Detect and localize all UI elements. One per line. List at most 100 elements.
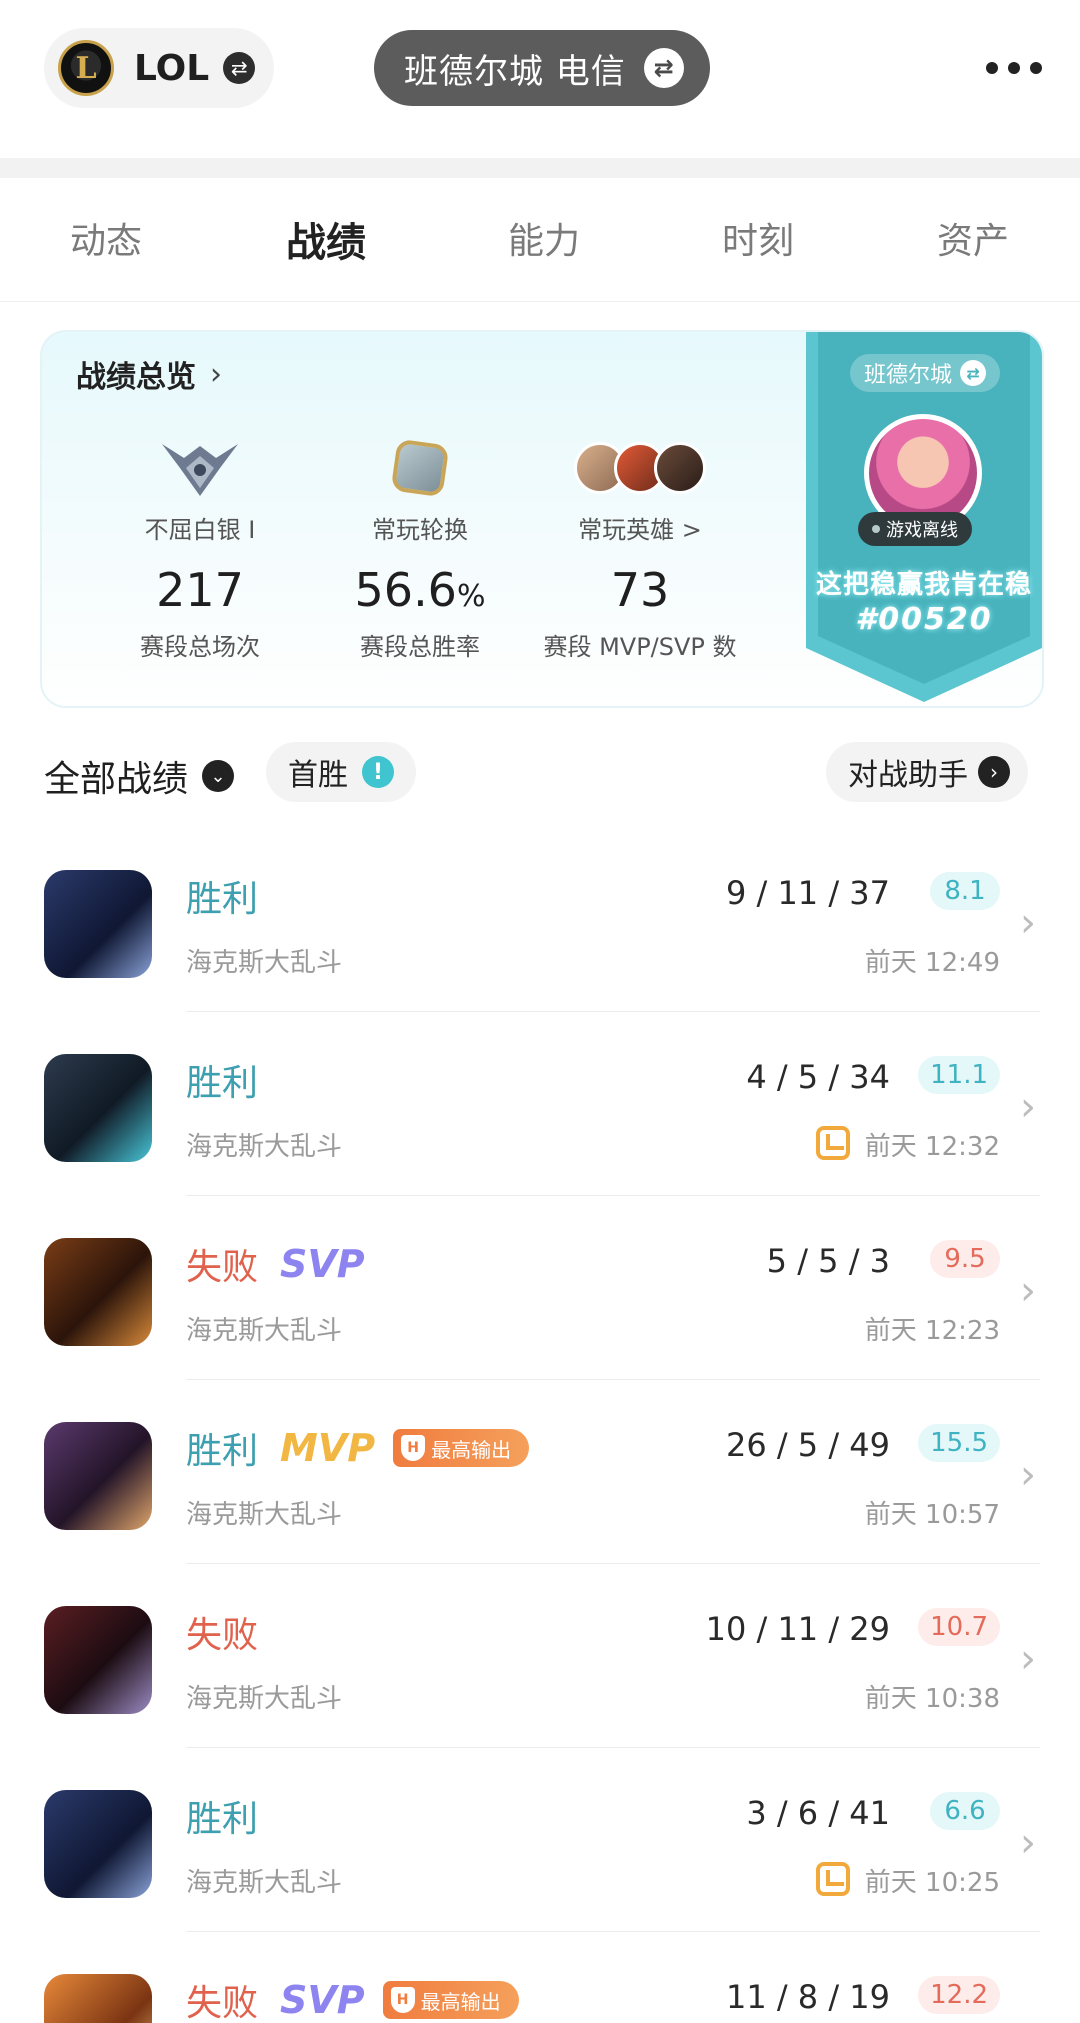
all-records-dropdown[interactable]: 全部战绩 ⌄ — [44, 750, 235, 802]
record-overview-card: 战绩总览 › 不屈白银 I 217 赛段总场次 常玩轮换 56.6% 赛段总胜率 — [40, 330, 1044, 708]
match-row[interactable]: 胜利 海克斯大乱斗 9 / 11 / 37 8.1 前天 12:49 › — [0, 828, 1080, 1012]
match-row[interactable]: 胜利 海克斯大乱斗 3 / 6 / 41 6.6 前天 10:25 › — [0, 1748, 1080, 1932]
total-games-caption: 赛段总场次 — [140, 633, 260, 661]
stat-rank: 不屈白银 I 217 赛段总场次 — [90, 436, 310, 662]
match-row[interactable]: 失败 SVP 海克斯大乱斗 5 / 5 / 3 9.5 前天 12:23 › — [0, 1196, 1080, 1380]
match-row[interactable]: 失败 SVP H 最高输出 11 / 8 / 19 12.2 — [0, 1932, 1080, 2023]
info-icon: ! — [362, 756, 394, 788]
match-result: 失败 — [186, 1615, 259, 1656]
favorite-champions-avatars — [574, 442, 706, 494]
match-mode: 海克斯大乱斗 — [186, 1684, 343, 1714]
match-kda: 4 / 5 / 34 — [746, 1058, 890, 1096]
top-bar: L LOL ⇄ 班德尔城 电信 ⇄ — [0, 0, 1080, 130]
match-score-badge: 10.7 — [918, 1608, 1000, 1646]
match-score-badge: 8.1 — [930, 872, 1000, 910]
dot-icon — [986, 62, 998, 74]
all-records-label: 全部战绩 — [44, 759, 189, 800]
match-mode: 海克斯大乱斗 — [186, 948, 343, 978]
shield-icon: H — [401, 1435, 426, 1461]
chevron-down-icon: ⌄ — [202, 760, 235, 792]
overview-title-link[interactable]: 战绩总览 › — [76, 352, 222, 396]
server-name: 班德尔城 电信 — [404, 51, 626, 92]
profile-banner[interactable]: 班德尔城 ⇄ 游戏离线 这把稳赢我肯在稳 #00520 — [806, 332, 1042, 706]
match-mode: 海克斯大乱斗 — [186, 1500, 343, 1530]
match-score-badge: 9.5 — [930, 1240, 1000, 1278]
tab-assets[interactable]: 资产 — [903, 212, 1043, 264]
tab-ability[interactable]: 能力 — [474, 212, 614, 264]
match-mode: 海克斯大乱斗 — [186, 1316, 343, 1346]
online-status-badge: 游戏离线 — [858, 512, 972, 546]
game-name: LOL — [134, 47, 210, 89]
swap-icon: ⇄ — [643, 48, 684, 88]
match-score-badge: 12.2 — [918, 1976, 1000, 2014]
match-kda: 10 / 11 / 29 — [705, 1610, 890, 1648]
match-result: 胜利 — [186, 1063, 259, 1104]
match-result: 失败 SVP H 最高输出 — [186, 1974, 519, 2023]
chevron-right-icon: › — [1020, 900, 1036, 946]
rank-label: 不屈白银 I — [144, 516, 256, 544]
tab-moments[interactable]: 时刻 — [688, 212, 828, 264]
lol-logo-icon: L — [58, 40, 114, 96]
shield-icon: H — [390, 1987, 415, 2013]
highest-damage-tag: H 最高输出 — [382, 1981, 519, 2019]
match-result: 胜利 — [186, 1799, 259, 1840]
rank-silver-emblem-icon — [162, 444, 238, 496]
match-time: 前天 12:49 — [864, 948, 1000, 978]
match-row[interactable]: 失败 海克斯大乱斗 10 / 11 / 29 10.7 前天 10:38 › — [0, 1564, 1080, 1748]
champion-icon — [44, 1054, 152, 1162]
match-row[interactable]: 胜利 MVP H 最高输出 海克斯大乱斗 26 / 5 / 49 15.5 前天 … — [0, 1380, 1080, 1564]
rotation-mode-icon — [390, 438, 450, 498]
dot-icon — [1030, 62, 1042, 74]
match-time: 前天 10:38 — [864, 1684, 1000, 1714]
champion-icon — [44, 1238, 152, 1346]
match-mode: 海克斯大乱斗 — [186, 1132, 343, 1162]
tab-bar: 动态 战绩 能力 时刻 资产 — [0, 200, 1080, 302]
highest-damage-tag: H 最高输出 — [393, 1429, 530, 1467]
match-kda: 5 / 5 / 3 — [766, 1242, 890, 1280]
tab-record[interactable]: 战绩 — [256, 210, 396, 268]
match-result: 胜利 — [186, 879, 259, 920]
filter-row: 全部战绩 ⌄ 首胜 ! 对战助手 › — [0, 736, 1080, 806]
dot-icon — [1008, 62, 1020, 74]
match-time: 前天 12:23 — [864, 1316, 1000, 1346]
match-row[interactable]: 胜利 海克斯大乱斗 4 / 5 / 34 11.1 前天 12:32 › — [0, 1012, 1080, 1196]
chevron-right-icon: › — [978, 756, 1010, 788]
stat-mvp[interactable]: 常玩英雄 > 73 赛段 MVP/SVP 数 — [530, 436, 750, 662]
winrate-caption: 赛段总胜率 — [360, 633, 480, 661]
server-switcher[interactable]: 班德尔城 电信 ⇄ — [374, 30, 710, 106]
champion-icon — [44, 1974, 152, 2023]
swap-icon: ⇄ — [223, 52, 256, 84]
video-clip-icon[interactable] — [816, 1126, 850, 1160]
match-kda: 9 / 11 / 37 — [725, 874, 890, 912]
match-kda: 3 / 6 / 41 — [746, 1794, 890, 1832]
banner-server: 班德尔城 ⇄ — [850, 354, 1001, 392]
first-win-chip[interactable]: 首胜 ! — [266, 742, 416, 802]
chevron-right-icon: › — [1020, 1636, 1036, 1682]
rotation-label: 常玩轮换 — [372, 516, 468, 544]
mvp-count-value: 73 — [610, 563, 670, 617]
champion-icon — [44, 1606, 152, 1714]
battle-helper-button[interactable]: 对战助手 › — [826, 742, 1028, 802]
champion-icon — [44, 870, 152, 978]
chevron-right-icon: › — [1020, 1820, 1036, 1866]
video-clip-icon[interactable] — [816, 1862, 850, 1896]
game-switcher[interactable]: L LOL ⇄ — [44, 28, 274, 108]
match-result: 胜利 MVP H 最高输出 — [186, 1422, 530, 1474]
winrate-value: 56.6% — [354, 563, 486, 617]
champion-icon — [44, 1790, 152, 1898]
banner-code: #00520 — [855, 602, 993, 637]
match-time: 前天 10:25 — [864, 1868, 1000, 1898]
mvp-count-caption: 赛段 MVP/SVP 数 — [543, 633, 737, 661]
stat-winrate: 常玩轮换 56.6% 赛段总胜率 — [310, 436, 530, 662]
champion-avatar — [654, 442, 706, 494]
chevron-right-icon: › — [1020, 1268, 1036, 1314]
chevron-right-icon: › — [1020, 1452, 1036, 1498]
swap-icon: ⇄ — [960, 360, 987, 386]
tab-feed[interactable]: 动态 — [36, 212, 176, 264]
first-win-label: 首胜 — [288, 758, 348, 793]
champion-icon — [44, 1422, 152, 1530]
match-score-badge: 15.5 — [918, 1424, 1000, 1462]
svp-badge: SVP — [280, 1242, 365, 1286]
match-mode: 海克斯大乱斗 — [186, 1868, 343, 1898]
more-options-button[interactable] — [986, 56, 1042, 80]
